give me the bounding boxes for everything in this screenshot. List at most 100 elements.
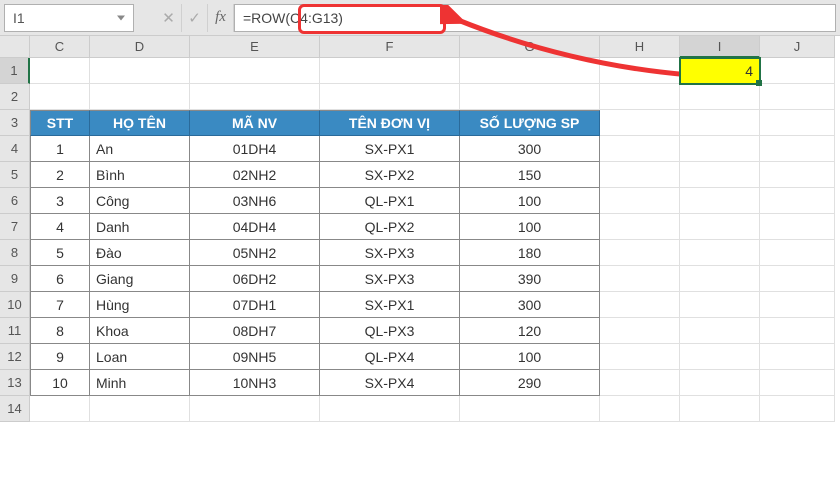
cell-D4[interactable]: An: [90, 136, 190, 162]
fx-button[interactable]: fx: [208, 4, 234, 32]
cell-F14[interactable]: [320, 396, 460, 422]
cell-D10[interactable]: Hùng: [90, 292, 190, 318]
row-header-2[interactable]: 2: [0, 84, 30, 110]
column-header-G[interactable]: G: [460, 36, 600, 58]
cell-G10[interactable]: 300: [460, 292, 600, 318]
cell-J13[interactable]: [760, 370, 835, 396]
cell-G13[interactable]: 290: [460, 370, 600, 396]
cell-G4[interactable]: 300: [460, 136, 600, 162]
cell-F1[interactable]: [320, 58, 460, 84]
cell-D11[interactable]: Khoa: [90, 318, 190, 344]
name-box[interactable]: I1: [4, 4, 134, 32]
cell-C4[interactable]: 1: [30, 136, 90, 162]
row-header-11[interactable]: 11: [0, 318, 30, 344]
cell-G8[interactable]: 180: [460, 240, 600, 266]
cell-H12[interactable]: [600, 344, 680, 370]
cell-F7[interactable]: QL-PX2: [320, 214, 460, 240]
column-header-D[interactable]: D: [90, 36, 190, 58]
column-header-H[interactable]: H: [600, 36, 680, 58]
cell-D1[interactable]: [90, 58, 190, 84]
cell-C2[interactable]: [30, 84, 90, 110]
cell-H9[interactable]: [600, 266, 680, 292]
cell-H10[interactable]: [600, 292, 680, 318]
row-header-9[interactable]: 9: [0, 266, 30, 292]
confirm-formula-button[interactable]: ✓: [182, 4, 208, 32]
row-header-1[interactable]: 1: [0, 58, 30, 84]
cell-C8[interactable]: 5: [30, 240, 90, 266]
cell-C6[interactable]: 3: [30, 188, 90, 214]
cell-D13[interactable]: Minh: [90, 370, 190, 396]
row-header-12[interactable]: 12: [0, 344, 30, 370]
cell-E2[interactable]: [190, 84, 320, 110]
cell-D14[interactable]: [90, 396, 190, 422]
cell-E6[interactable]: 03NH6: [190, 188, 320, 214]
cell-F6[interactable]: QL-PX1: [320, 188, 460, 214]
cell-D12[interactable]: Loan: [90, 344, 190, 370]
cell-I1[interactable]: 4: [680, 58, 760, 84]
column-header-I[interactable]: I: [680, 36, 760, 58]
cell-F4[interactable]: SX-PX1: [320, 136, 460, 162]
cell-J2[interactable]: [760, 84, 835, 110]
cell-E13[interactable]: 10NH3: [190, 370, 320, 396]
cell-J1[interactable]: [760, 58, 835, 84]
cell-I12[interactable]: [680, 344, 760, 370]
cell-E7[interactable]: 04DH4: [190, 214, 320, 240]
cell-C7[interactable]: 4: [30, 214, 90, 240]
cell-G2[interactable]: [460, 84, 600, 110]
cell-G3[interactable]: SỐ LƯỢNG SP: [460, 110, 600, 136]
row-header-5[interactable]: 5: [0, 162, 30, 188]
cell-C14[interactable]: [30, 396, 90, 422]
cell-E3[interactable]: MÃ NV: [190, 110, 320, 136]
cell-G12[interactable]: 100: [460, 344, 600, 370]
cell-C13[interactable]: 10: [30, 370, 90, 396]
cell-D7[interactable]: Danh: [90, 214, 190, 240]
cell-G11[interactable]: 120: [460, 318, 600, 344]
cell-F11[interactable]: QL-PX3: [320, 318, 460, 344]
cell-H14[interactable]: [600, 396, 680, 422]
cell-J3[interactable]: [760, 110, 835, 136]
cell-J12[interactable]: [760, 344, 835, 370]
cell-D2[interactable]: [90, 84, 190, 110]
cell-I2[interactable]: [680, 84, 760, 110]
cell-H2[interactable]: [600, 84, 680, 110]
cell-E12[interactable]: 09NH5: [190, 344, 320, 370]
cell-F8[interactable]: SX-PX3: [320, 240, 460, 266]
cell-C9[interactable]: 6: [30, 266, 90, 292]
row-header-3[interactable]: 3: [0, 110, 30, 136]
cell-D8[interactable]: Đào: [90, 240, 190, 266]
cell-C11[interactable]: 8: [30, 318, 90, 344]
column-header-J[interactable]: J: [760, 36, 835, 58]
formula-input[interactable]: =ROW(C4:G13): [234, 4, 836, 32]
cell-C10[interactable]: 7: [30, 292, 90, 318]
cell-J6[interactable]: [760, 188, 835, 214]
cell-E1[interactable]: [190, 58, 320, 84]
cell-J11[interactable]: [760, 318, 835, 344]
cell-I11[interactable]: [680, 318, 760, 344]
cell-E9[interactable]: 06DH2: [190, 266, 320, 292]
cell-J14[interactable]: [760, 396, 835, 422]
cell-G9[interactable]: 390: [460, 266, 600, 292]
cell-I14[interactable]: [680, 396, 760, 422]
cell-D6[interactable]: Công: [90, 188, 190, 214]
cell-H3[interactable]: [600, 110, 680, 136]
cell-D5[interactable]: Bình: [90, 162, 190, 188]
row-header-13[interactable]: 13: [0, 370, 30, 396]
cell-E10[interactable]: 07DH1: [190, 292, 320, 318]
cell-C5[interactable]: 2: [30, 162, 90, 188]
cell-F5[interactable]: SX-PX2: [320, 162, 460, 188]
cell-I3[interactable]: [680, 110, 760, 136]
cell-H4[interactable]: [600, 136, 680, 162]
cell-C12[interactable]: 9: [30, 344, 90, 370]
column-header-C[interactable]: C: [30, 36, 90, 58]
cell-F12[interactable]: QL-PX4: [320, 344, 460, 370]
cell-E11[interactable]: 08DH7: [190, 318, 320, 344]
cell-F3[interactable]: TÊN ĐƠN VỊ: [320, 110, 460, 136]
cell-J8[interactable]: [760, 240, 835, 266]
row-header-10[interactable]: 10: [0, 292, 30, 318]
row-header-8[interactable]: 8: [0, 240, 30, 266]
cell-D9[interactable]: Giang: [90, 266, 190, 292]
cell-H5[interactable]: [600, 162, 680, 188]
column-header-E[interactable]: E: [190, 36, 320, 58]
cell-C1[interactable]: [30, 58, 90, 84]
cell-I10[interactable]: [680, 292, 760, 318]
